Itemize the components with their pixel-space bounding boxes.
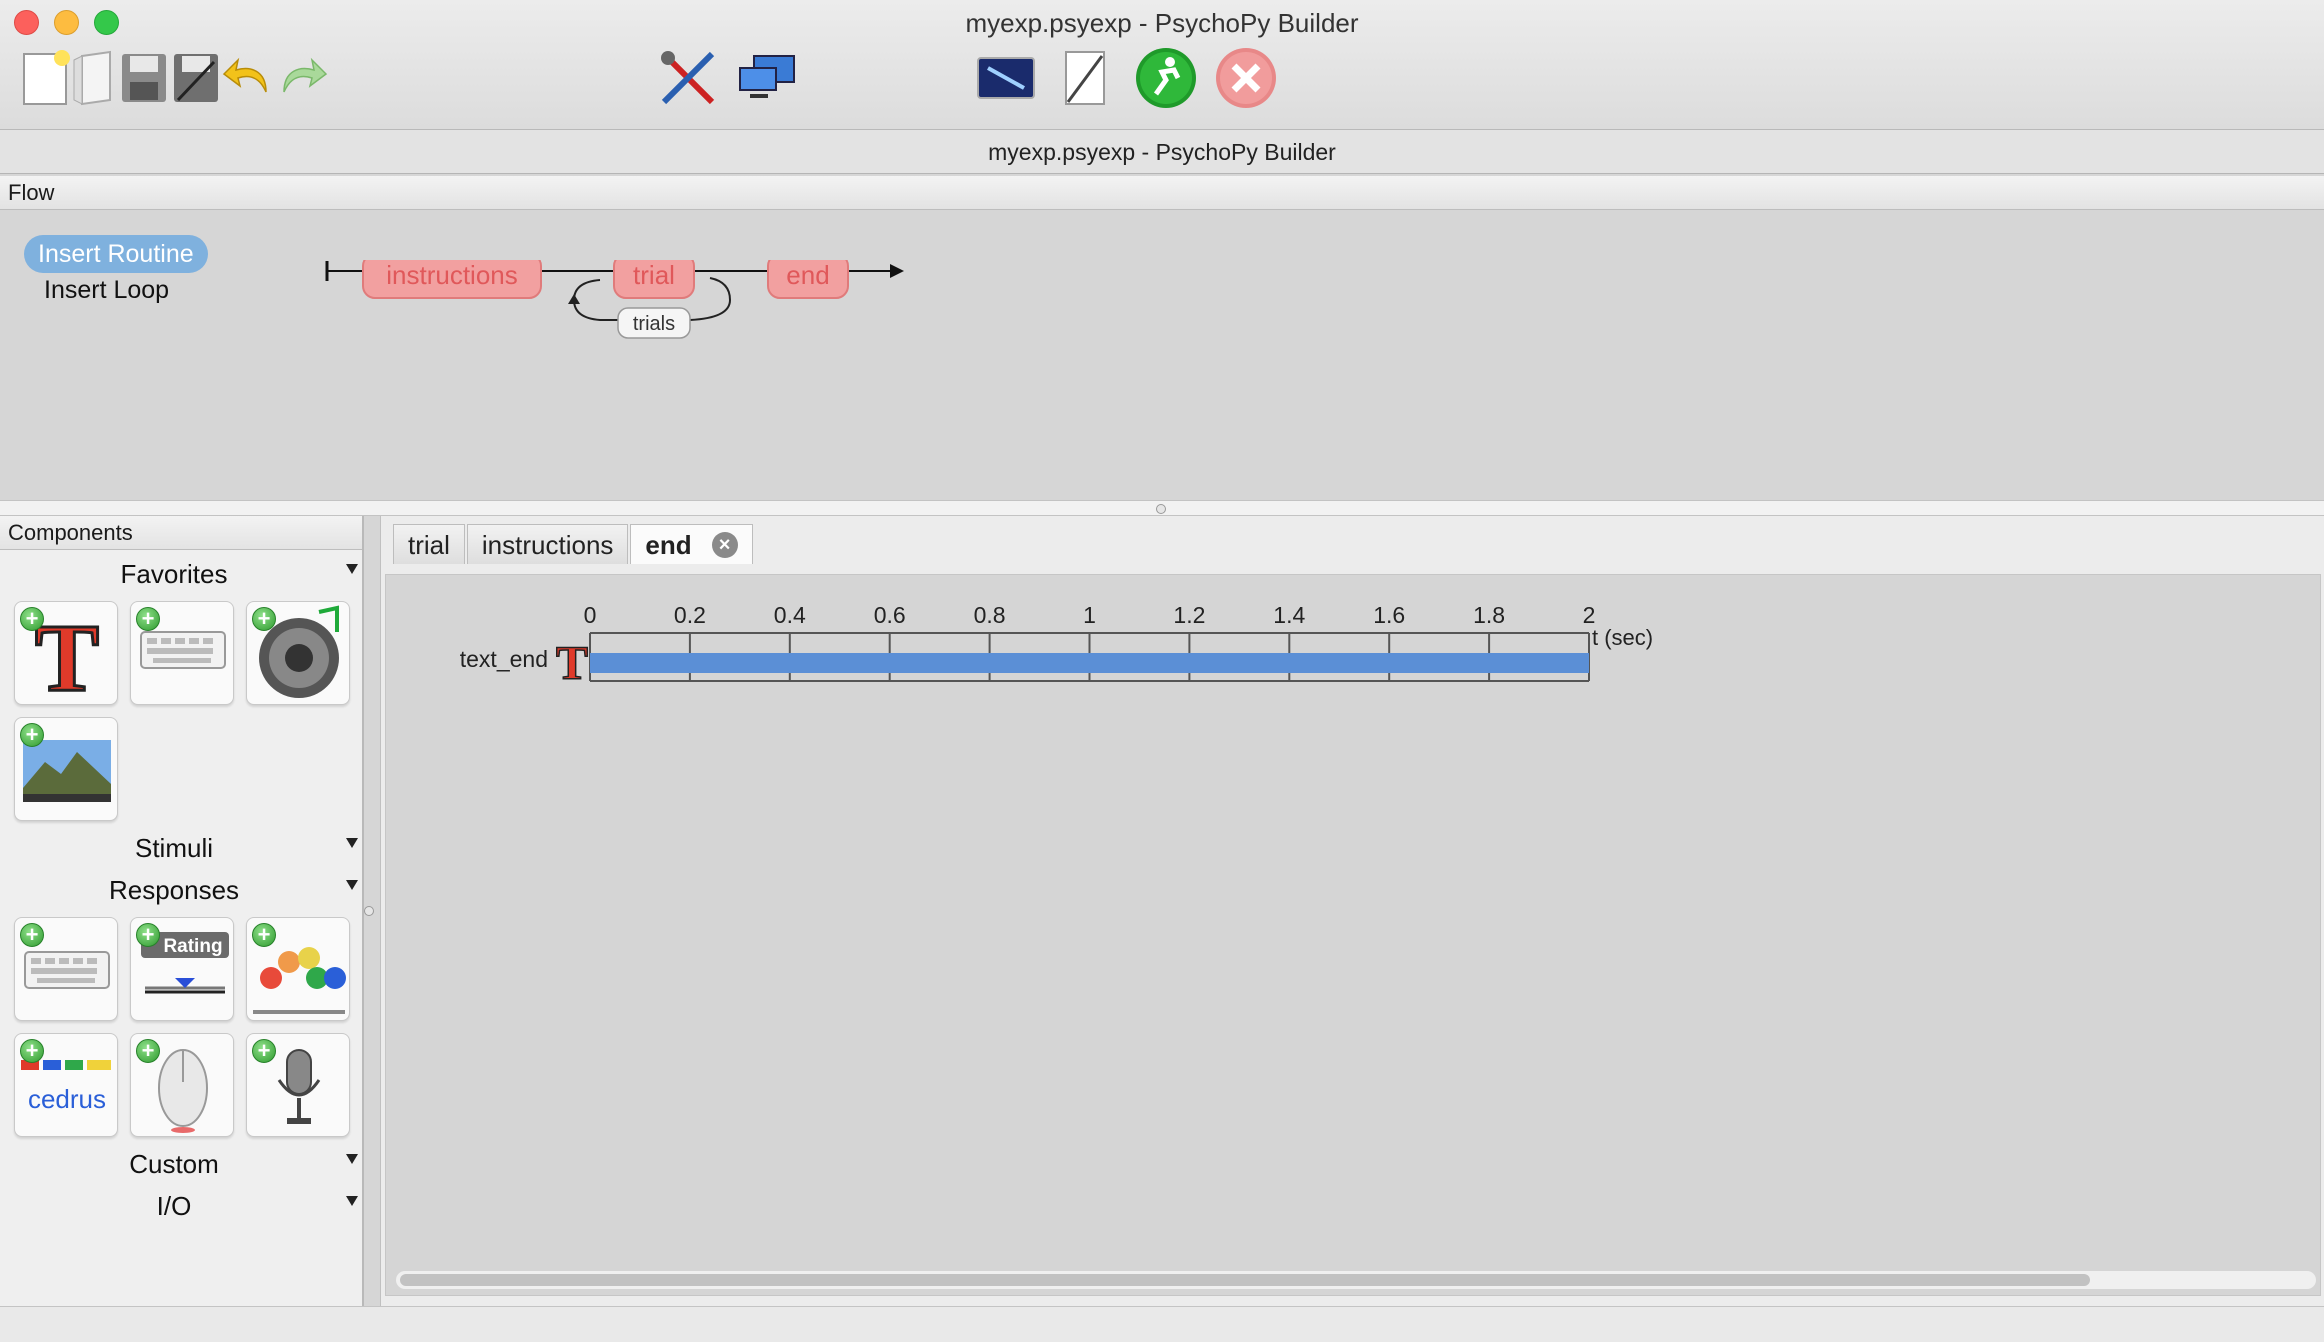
svg-text:T: T bbox=[556, 637, 588, 690]
timeline: 0 0.2 0.4 0.6 0.8 1 1.2 1.4 1.6 1.8 2 t (sec) text… bbox=[460, 602, 1653, 691]
timeline-tick-label: 0.6 bbox=[874, 602, 906, 628]
builder-subtitle: myexp.psyexp - PsychoPy Builder bbox=[0, 130, 2324, 174]
routine-canvas: 0 0.2 0.4 0.6 0.8 1 1.2 1.4 1.6 1.8 2 t (sec) text… bbox=[385, 574, 2321, 1296]
stop-icon bbox=[1214, 46, 1278, 110]
timeline-tick-label: 1.4 bbox=[1273, 602, 1305, 628]
insert-loop-button[interactable]: Insert Loop bbox=[44, 276, 169, 305]
rating-label: Rating bbox=[163, 936, 222, 957]
experiment-settings-icon[interactable] bbox=[974, 46, 1038, 110]
component-bar-text-end[interactable] bbox=[590, 653, 1589, 673]
add-icon: + bbox=[20, 923, 44, 947]
preferences-icon[interactable] bbox=[656, 46, 720, 110]
microphone-component-button[interactable]: + bbox=[246, 1033, 350, 1137]
category-favorites[interactable]: Favorites bbox=[0, 556, 364, 592]
chevron-down-icon bbox=[346, 1154, 358, 1164]
time-axis-label: t (sec) bbox=[1592, 625, 1653, 650]
timeline-tick-label: 0 bbox=[584, 602, 597, 628]
category-responses[interactable]: Responses bbox=[0, 872, 364, 908]
cedrus-button-box-button[interactable]: cedrus + bbox=[14, 1033, 118, 1137]
routine-label-end: end bbox=[786, 260, 829, 290]
routine-label-trial: trial bbox=[633, 260, 675, 290]
components-panel: Components Favorites T + + + + Stimuli R… bbox=[0, 516, 364, 1306]
add-icon: + bbox=[20, 723, 44, 747]
rating-scale-button[interactable]: Rating + bbox=[130, 917, 234, 1021]
timeline-tick-label: 0.8 bbox=[974, 602, 1006, 628]
category-label: I/O bbox=[156, 1191, 192, 1221]
compile-script-icon[interactable] bbox=[1052, 46, 1116, 110]
run-icon[interactable] bbox=[1134, 46, 1198, 110]
vertical-splitter-handle[interactable] bbox=[364, 906, 374, 916]
add-icon: + bbox=[20, 607, 44, 631]
routine-label-instructions: instructions bbox=[386, 260, 518, 290]
add-icon: + bbox=[136, 607, 160, 631]
category-label: Responses bbox=[108, 875, 240, 905]
flow-routine-end[interactable]: end bbox=[767, 260, 849, 299]
routine-panel: trial instructions end × 0 0.2 0.4 0.6 0.8 1 1… bbox=[380, 516, 2324, 1306]
tab-trial[interactable]: trial bbox=[393, 524, 465, 564]
window-title: myexp.psyexp - PsychoPy Builder bbox=[965, 8, 1359, 38]
flow-routine-trial[interactable]: trial bbox=[613, 260, 695, 299]
tab-end[interactable]: end × bbox=[630, 524, 753, 564]
add-icon: + bbox=[20, 1039, 44, 1063]
timeline-tick-labels: 0 0.2 0.4 0.6 0.8 1 1.2 1.4 1.6 1.8 2 bbox=[584, 602, 1596, 628]
flow-loop-trials[interactable]: trials bbox=[617, 307, 691, 339]
category-custom[interactable]: Custom bbox=[0, 1146, 364, 1182]
splitter-handle[interactable] bbox=[1156, 504, 1166, 514]
chevron-down-icon bbox=[346, 1196, 358, 1206]
flow-panel: Flow Insert Routine Insert Loop instruct… bbox=[0, 176, 2324, 500]
text-component-button[interactable]: T + bbox=[14, 601, 118, 713]
text-component-icon[interactable]: T bbox=[555, 636, 589, 691]
status-bar bbox=[0, 1306, 2324, 1342]
timeline-tick-label: 0.4 bbox=[774, 602, 806, 628]
add-icon: + bbox=[136, 1039, 160, 1063]
sound-component-button[interactable]: + bbox=[246, 601, 350, 705]
loop-arrow bbox=[568, 294, 580, 304]
routine-tabs: trial instructions end × bbox=[393, 524, 755, 566]
panel-splitter[interactable] bbox=[0, 500, 2324, 516]
category-label: Stimuli bbox=[134, 833, 213, 863]
category-label: Favorites bbox=[120, 559, 228, 589]
flow-routine-instructions[interactable]: instructions bbox=[362, 260, 542, 299]
flow-diagram: instructions trial end trials bbox=[325, 260, 904, 339]
components-header: Components bbox=[0, 516, 362, 550]
svg-text:T: T bbox=[35, 604, 99, 706]
joystick-buttons-button[interactable]: + bbox=[246, 917, 350, 1021]
cedrus-label: cedrus bbox=[28, 1084, 106, 1114]
timeline-tick-label: 1.6 bbox=[1373, 602, 1405, 628]
monitor-center-icon[interactable] bbox=[736, 46, 800, 110]
image-component-button[interactable]: + bbox=[14, 717, 118, 821]
flow-header: Flow bbox=[0, 176, 2324, 210]
tab-end-label: end bbox=[645, 529, 692, 560]
insert-routine-button[interactable]: Insert Routine bbox=[24, 235, 208, 273]
loop-label: trials bbox=[633, 313, 675, 335]
timeline-grid bbox=[589, 632, 1590, 682]
keyboard-component-button[interactable]: + bbox=[130, 601, 234, 705]
title-toolbar-area: myexp.psyexp - PsychoPy Builder bbox=[0, 0, 2324, 130]
add-icon: + bbox=[252, 607, 276, 631]
timeline-tick-label: 1.2 bbox=[1173, 602, 1205, 628]
redo-icon[interactable] bbox=[270, 46, 334, 110]
category-label: Custom bbox=[129, 1149, 219, 1179]
timeline-tick-label: 0.2 bbox=[674, 602, 706, 628]
mouse-component-button[interactable]: + bbox=[130, 1033, 234, 1137]
add-icon: + bbox=[252, 1039, 276, 1063]
tab-instructions[interactable]: instructions bbox=[466, 524, 629, 564]
chevron-down-icon bbox=[346, 880, 358, 890]
timeline-tick-label: 1.8 bbox=[1473, 602, 1505, 628]
scrollbar-thumb[interactable] bbox=[400, 1274, 2090, 1286]
category-io[interactable]: I/O bbox=[0, 1188, 364, 1224]
chevron-down-icon bbox=[346, 564, 358, 574]
keyboard-response-button[interactable]: + bbox=[14, 917, 118, 1021]
close-tab-icon[interactable]: × bbox=[711, 531, 738, 558]
chevron-down-icon bbox=[346, 838, 358, 848]
horizontal-scrollbar[interactable] bbox=[396, 1271, 2316, 1289]
category-stimuli[interactable]: Stimuli bbox=[0, 830, 364, 866]
component-label-text-end: text_end bbox=[460, 646, 548, 672]
add-icon: + bbox=[252, 923, 276, 947]
flow-end-arrow bbox=[890, 264, 904, 278]
timeline-tick-label: 1 bbox=[1083, 602, 1096, 628]
add-icon: + bbox=[136, 923, 160, 947]
